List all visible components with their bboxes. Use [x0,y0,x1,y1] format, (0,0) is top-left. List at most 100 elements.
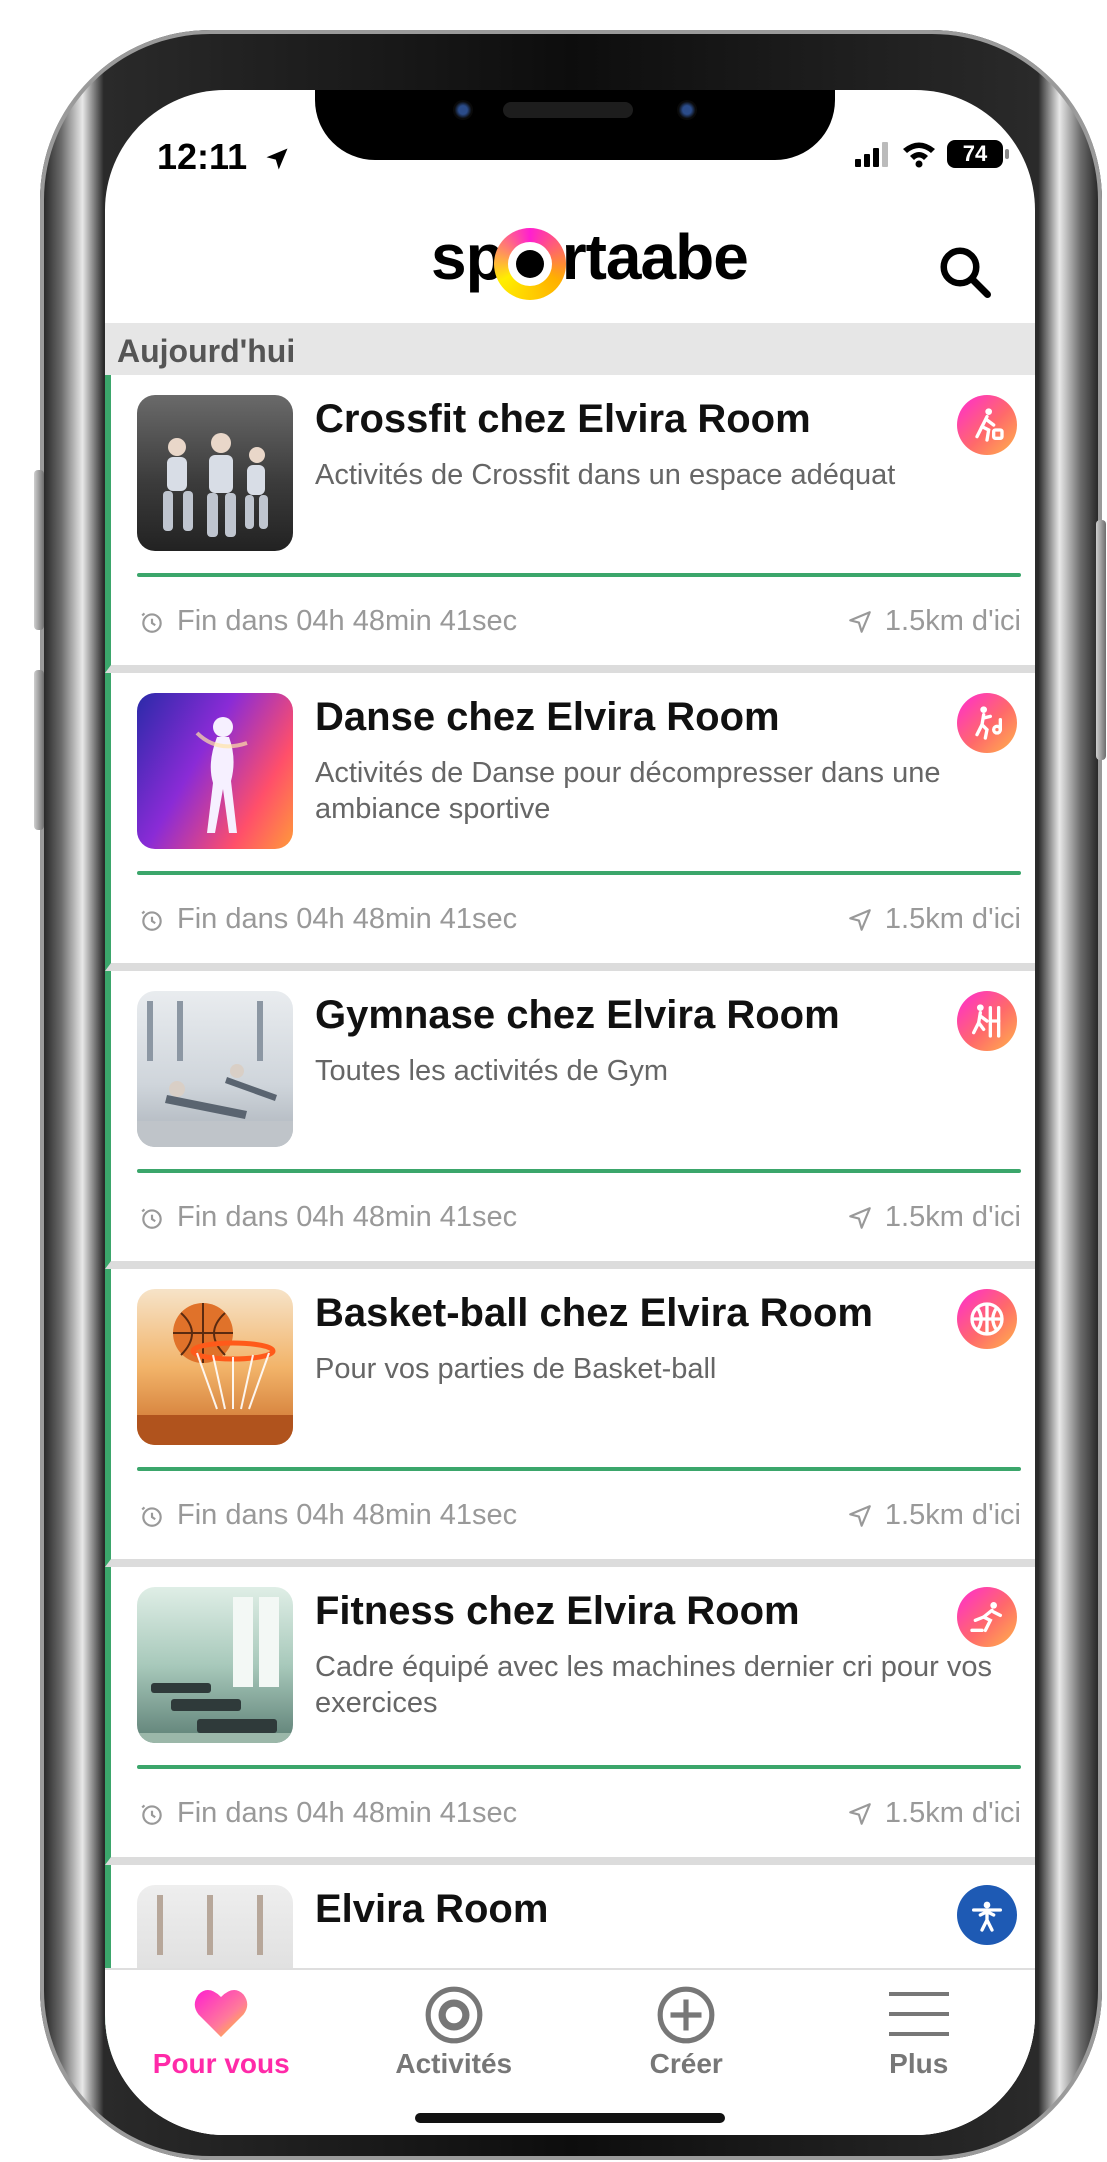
progress-divider [137,1467,1021,1471]
weightlifting-icon [957,1885,1017,1945]
bottom-tab-bar: Pour vous Activités Créer Plus [105,1968,1035,2135]
tab-activites[interactable]: Activités [338,1970,571,2135]
location-arrow-icon [849,610,871,633]
gym-icon [957,991,1017,1051]
time-remaining-text: Fin dans 04h 48min 41sec [177,1499,518,1531]
timer-icon [141,1208,162,1229]
activity-title: Basket-ball chez Elvira Room [315,1291,873,1335]
activity-card-fitness[interactable]: Fitness chez Elvira Room Cadre équipé av… [105,1567,1035,1865]
fitness-icon [957,1587,1017,1647]
location-arrow-icon [266,148,288,170]
activity-thumbnail [137,395,293,551]
logo-ring-icon [493,220,566,300]
distance-text: 1.5km d'ici [884,1499,1021,1531]
activity-thumbnail [137,693,293,849]
basketball-icon [957,1289,1017,1349]
activity-thumbnail [137,1587,293,1743]
timer-icon [141,910,162,931]
dance-icon [957,693,1017,753]
location-arrow-icon [849,1802,871,1825]
status-icons: 74 [855,140,1009,168]
distance-text: 1.5km d'ici [884,605,1021,637]
distance-text: 1.5km d'ici [884,1201,1021,1233]
time-remaining: Fin dans 04h 48min 41sec [139,1201,517,1234]
power-button [1096,520,1106,760]
time-remaining: Fin dans 04h 48min 41sec [139,605,517,638]
time-remaining-text: Fin dans 04h 48min 41sec [177,1797,518,1829]
activity-card-danse[interactable]: Danse chez Elvira Room Activités de Dans… [105,673,1035,971]
location-arrow-icon [849,1504,871,1527]
activity-description: Toutes les activités de Gym [315,1055,668,1087]
logo-text-start: sp [431,221,505,293]
activity-list: Crossfit chez Elvira Room Activités de C… [105,375,1035,2135]
mute-switch [34,470,44,630]
activity-title: Gymnase chez Elvira Room [315,993,840,1037]
tab-plus[interactable]: Plus [803,1970,1036,2135]
progress-divider [137,871,1021,875]
tab-label: Plus [889,2048,949,2079]
distance: 1.5km d'ici [847,1797,1021,1830]
activity-thumbnail [137,991,293,1147]
activity-card-basketball[interactable]: Basket-ball chez Elvira Room Pour vos pa… [105,1269,1035,1567]
activity-description: Activités de Danse pour décompresser dan… [315,757,941,825]
volume-button [34,670,44,830]
target-icon [425,1986,483,2044]
battery-level: 74 [962,141,988,166]
distance: 1.5km d'ici [847,1499,1021,1532]
signal-icon [855,142,888,167]
status-time-text: 12:11 [157,136,248,177]
time-remaining: Fin dans 04h 48min 41sec [139,1499,517,1532]
sportaabe-logo: sp rtaabe [431,220,749,300]
progress-divider [137,573,1021,577]
time-remaining-text: Fin dans 04h 48min 41sec [177,903,518,935]
wifi-icon [903,142,935,168]
distance-text: 1.5km d'ici [884,1797,1021,1829]
activity-description: Activités de Crossfit dans un espace adé… [315,459,896,491]
menu-icon [888,1992,949,2036]
activity-title: Fitness chez Elvira Room [315,1589,800,1633]
app-screen: 12:11 74 sp rtaabe Aujourd'hui Crossfit … [105,90,1035,2135]
tab-label: Créer [649,2048,723,2079]
activity-title: Crossfit chez Elvira Room [315,397,811,441]
activity-description: Pour vos parties de Basket-ball [315,1353,717,1385]
time-remaining-text: Fin dans 04h 48min 41sec [177,605,518,637]
battery-indicator: 74 [947,140,1009,168]
heart-icon [195,1990,248,2037]
distance: 1.5km d'ici [847,1201,1021,1234]
time-remaining: Fin dans 04h 48min 41sec [139,1797,517,1830]
logo-text-end: rtaabe [561,221,749,293]
time-remaining-text: Fin dans 04h 48min 41sec [177,1201,518,1233]
search-icon [940,247,991,298]
progress-divider [137,1169,1021,1173]
timer-icon [141,612,162,633]
activity-description: Cadre équipé avec les machines dernier c… [315,1651,993,1719]
search-button[interactable] [935,242,995,302]
timer-icon [141,1506,162,1527]
crossfit-icon [957,395,1017,455]
activity-card-crossfit[interactable]: Crossfit chez Elvira Room Activités de C… [105,375,1035,673]
camera [453,100,473,120]
location-arrow-icon [849,908,871,931]
activity-card-gymnase[interactable]: Gymnase chez Elvira Room Toutes les acti… [105,971,1035,1269]
progress-divider [137,1765,1021,1769]
activity-title: Elvira Room [315,1887,549,1931]
tab-label: Pour vous [152,2048,290,2079]
distance: 1.5km d'ici [847,903,1021,936]
notch [315,90,835,160]
tab-pour-vous[interactable]: Pour vous [105,1970,338,2135]
timer-icon [141,1804,162,1825]
status-time: 12:11 [157,136,291,178]
activity-thumbnail [137,1289,293,1445]
distance: 1.5km d'ici [847,605,1021,638]
sensor [677,100,697,120]
section-title: Aujourd'hui [117,333,296,369]
tab-creer[interactable]: Créer [570,1970,803,2135]
distance-text: 1.5km d'ici [884,903,1021,935]
activity-title: Danse chez Elvira Room [315,695,780,739]
speaker [503,102,633,118]
tab-label: Activités [395,2048,513,2079]
plus-circle-icon [657,1986,715,2044]
section-header-today: Aujourd'hui [105,323,1035,375]
time-remaining: Fin dans 04h 48min 41sec [139,903,517,936]
location-arrow-icon [849,1206,871,1229]
